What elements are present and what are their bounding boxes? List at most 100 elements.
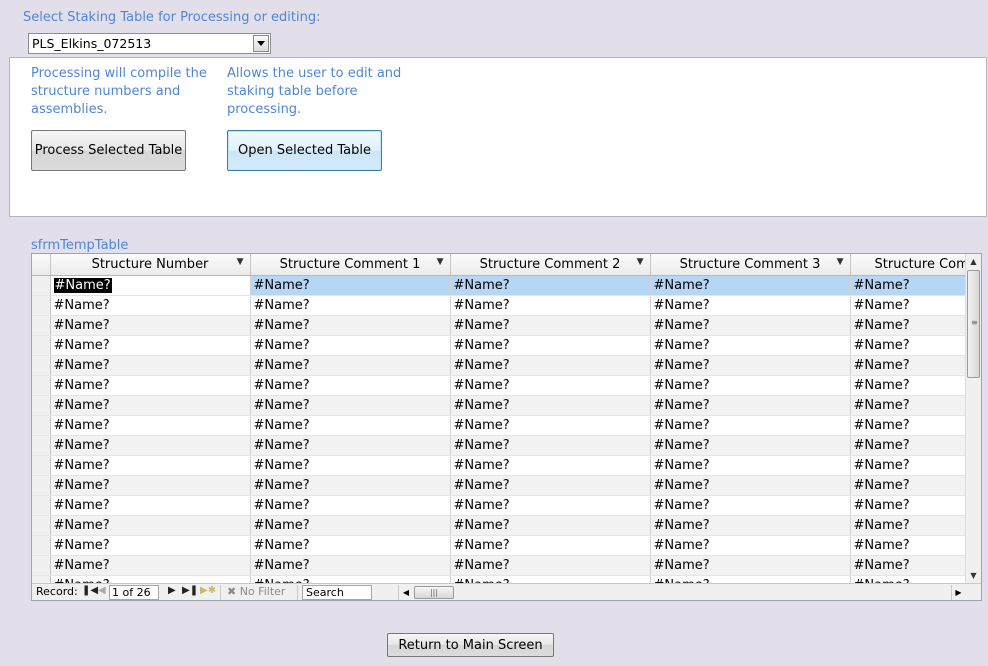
table-cell[interactable]: #Name?: [250, 535, 451, 556]
chevron-down-icon[interactable]: ▼: [237, 257, 244, 267]
table-cell[interactable]: #Name?: [850, 375, 967, 396]
table-row[interactable]: #Name?#Name?#Name?#Name?#Name?: [32, 335, 967, 356]
table-cell[interactable]: #Name?: [850, 535, 967, 556]
previous-record-icon[interactable]: ◀: [98, 585, 106, 596]
table-cell[interactable]: #Name?: [650, 555, 851, 576]
table-cell[interactable]: #Name?: [250, 415, 451, 436]
scroll-down-icon[interactable]: ▼: [966, 568, 981, 584]
table-cell[interactable]: #Name?: [450, 355, 651, 376]
scroll-up-icon[interactable]: ▲: [966, 254, 981, 270]
table-row[interactable]: #Name?#Name?#Name?#Name?#Name?: [32, 315, 967, 336]
table-cell[interactable]: #Name?: [450, 555, 651, 576]
table-cell[interactable]: #Name?: [450, 475, 651, 496]
table-row[interactable]: #Name?#Name?#Name?#Name?#Name?: [32, 435, 967, 456]
table-cell[interactable]: #Name?: [850, 315, 967, 336]
scroll-left-icon[interactable]: ◀: [399, 585, 413, 600]
table-cell[interactable]: #Name?: [50, 355, 251, 376]
record-selector[interactable]: [32, 515, 51, 536]
table-row[interactable]: #Name?#Name?#Name?#Name?#Name?: [32, 375, 967, 396]
record-position-field[interactable]: 1 of 26: [109, 585, 159, 600]
table-cell[interactable]: #Name?: [850, 395, 967, 416]
table-cell[interactable]: #Name?: [650, 475, 851, 496]
table-cell[interactable]: #Name?: [450, 455, 651, 476]
table-row[interactable]: #Name?#Name?#Name?#Name?#Name?: [32, 495, 967, 516]
table-row[interactable]: #Name?#Name?#Name?#Name?#Name?: [32, 515, 967, 536]
first-record-icon[interactable]: ❚◀: [82, 585, 98, 596]
table-cell[interactable]: #Name?: [50, 275, 251, 296]
table-cell[interactable]: #Name?: [250, 495, 451, 516]
table-cell[interactable]: #Name?: [50, 315, 251, 336]
table-cell[interactable]: #Name?: [450, 415, 651, 436]
table-cell[interactable]: #Name?: [850, 415, 967, 436]
record-selector[interactable]: [32, 495, 51, 516]
column-header[interactable]: Structure Comment 3 ▼: [650, 254, 851, 276]
table-cell[interactable]: #Name?: [250, 395, 451, 416]
table-cell[interactable]: #Name?: [850, 435, 967, 456]
table-cell[interactable]: #Name?: [250, 555, 451, 576]
chevron-down-icon[interactable]: ▼: [437, 257, 444, 267]
table-row[interactable]: #Name?#Name?#Name?#Name?#Name?: [32, 395, 967, 416]
vertical-scrollbar[interactable]: ▲ ≡ ▼: [965, 254, 981, 584]
open-selected-table-button[interactable]: Open Selected Table: [227, 130, 382, 171]
next-record-icon[interactable]: ▶: [168, 585, 176, 596]
datasheet-grid[interactable]: Structure Number ▼ Structure Comment 1 ▼ S…: [31, 253, 982, 601]
table-cell[interactable]: #Name?: [50, 335, 251, 356]
table-cell[interactable]: #Name?: [650, 495, 851, 516]
record-selector[interactable]: [32, 415, 51, 436]
table-row[interactable]: #Name?#Name?#Name?#Name?#Name?: [32, 295, 967, 316]
process-selected-table-button[interactable]: Process Selected Table: [31, 130, 186, 171]
table-cell[interactable]: #Name?: [850, 475, 967, 496]
chevron-down-icon[interactable]: ▼: [637, 257, 644, 267]
horizontal-scroll-thumb[interactable]: |||: [414, 586, 454, 599]
record-selector[interactable]: [32, 375, 51, 396]
table-cell[interactable]: #Name?: [850, 515, 967, 536]
table-row[interactable]: #Name?#Name?#Name?#Name?#Name?: [32, 555, 967, 576]
record-selector[interactable]: [32, 335, 51, 356]
record-selector[interactable]: [32, 435, 51, 456]
table-cell[interactable]: #Name?: [650, 375, 851, 396]
table-cell[interactable]: #Name?: [450, 275, 651, 296]
scroll-right-icon[interactable]: ▶: [951, 585, 965, 600]
table-cell[interactable]: #Name?: [450, 375, 651, 396]
table-cell[interactable]: #Name?: [850, 335, 967, 356]
table-row[interactable]: #Name?#Name?#Name?#Name?#Name?: [32, 415, 967, 436]
table-cell[interactable]: #Name?: [450, 295, 651, 316]
table-cell[interactable]: #Name?: [50, 495, 251, 516]
table-cell[interactable]: #Name?: [850, 495, 967, 516]
table-cell[interactable]: #Name?: [450, 395, 651, 416]
table-select-combo[interactable]: PLS_Elkins_072513: [28, 33, 271, 54]
last-record-icon[interactable]: ▶❚: [182, 585, 198, 596]
table-cell[interactable]: #Name?: [850, 275, 967, 296]
table-cell[interactable]: #Name?: [450, 335, 651, 356]
table-cell[interactable]: #Name?: [650, 435, 851, 456]
table-cell[interactable]: #Name?: [650, 535, 851, 556]
table-cell[interactable]: #Name?: [250, 355, 451, 376]
table-cell[interactable]: #Name?: [250, 455, 451, 476]
record-selector[interactable]: [32, 295, 51, 316]
record-selector[interactable]: [32, 355, 51, 376]
table-cell[interactable]: #Name?: [650, 335, 851, 356]
record-selector[interactable]: [32, 315, 51, 336]
table-cell[interactable]: #Name?: [250, 295, 451, 316]
table-cell[interactable]: #Name?: [650, 295, 851, 316]
table-cell[interactable]: #Name?: [50, 415, 251, 436]
table-cell[interactable]: #Name?: [250, 375, 451, 396]
table-cell[interactable]: #Name?: [250, 315, 451, 336]
table-cell[interactable]: #Name?: [450, 515, 651, 536]
table-cell[interactable]: #Name?: [450, 535, 651, 556]
table-cell[interactable]: #Name?: [450, 435, 651, 456]
table-cell[interactable]: #Name?: [850, 355, 967, 376]
table-cell[interactable]: #Name?: [850, 295, 967, 316]
record-selector[interactable]: [32, 555, 51, 576]
table-cell[interactable]: #Name?: [50, 295, 251, 316]
record-selector[interactable]: [32, 455, 51, 476]
column-header[interactable]: Structure Comment 2 ▼: [450, 254, 651, 276]
table-cell[interactable]: #Name?: [650, 315, 851, 336]
table-cell[interactable]: #Name?: [250, 335, 451, 356]
table-row[interactable]: #Name?#Name?#Name?#Name?#Name?: [32, 355, 967, 376]
vertical-scroll-thumb[interactable]: ≡: [967, 270, 980, 378]
new-record-icon[interactable]: ▶✱: [200, 585, 216, 596]
table-cell[interactable]: #Name?: [450, 315, 651, 336]
column-header[interactable]: Structure Comment 1 ▼: [250, 254, 451, 276]
table-cell[interactable]: #Name?: [50, 535, 251, 556]
